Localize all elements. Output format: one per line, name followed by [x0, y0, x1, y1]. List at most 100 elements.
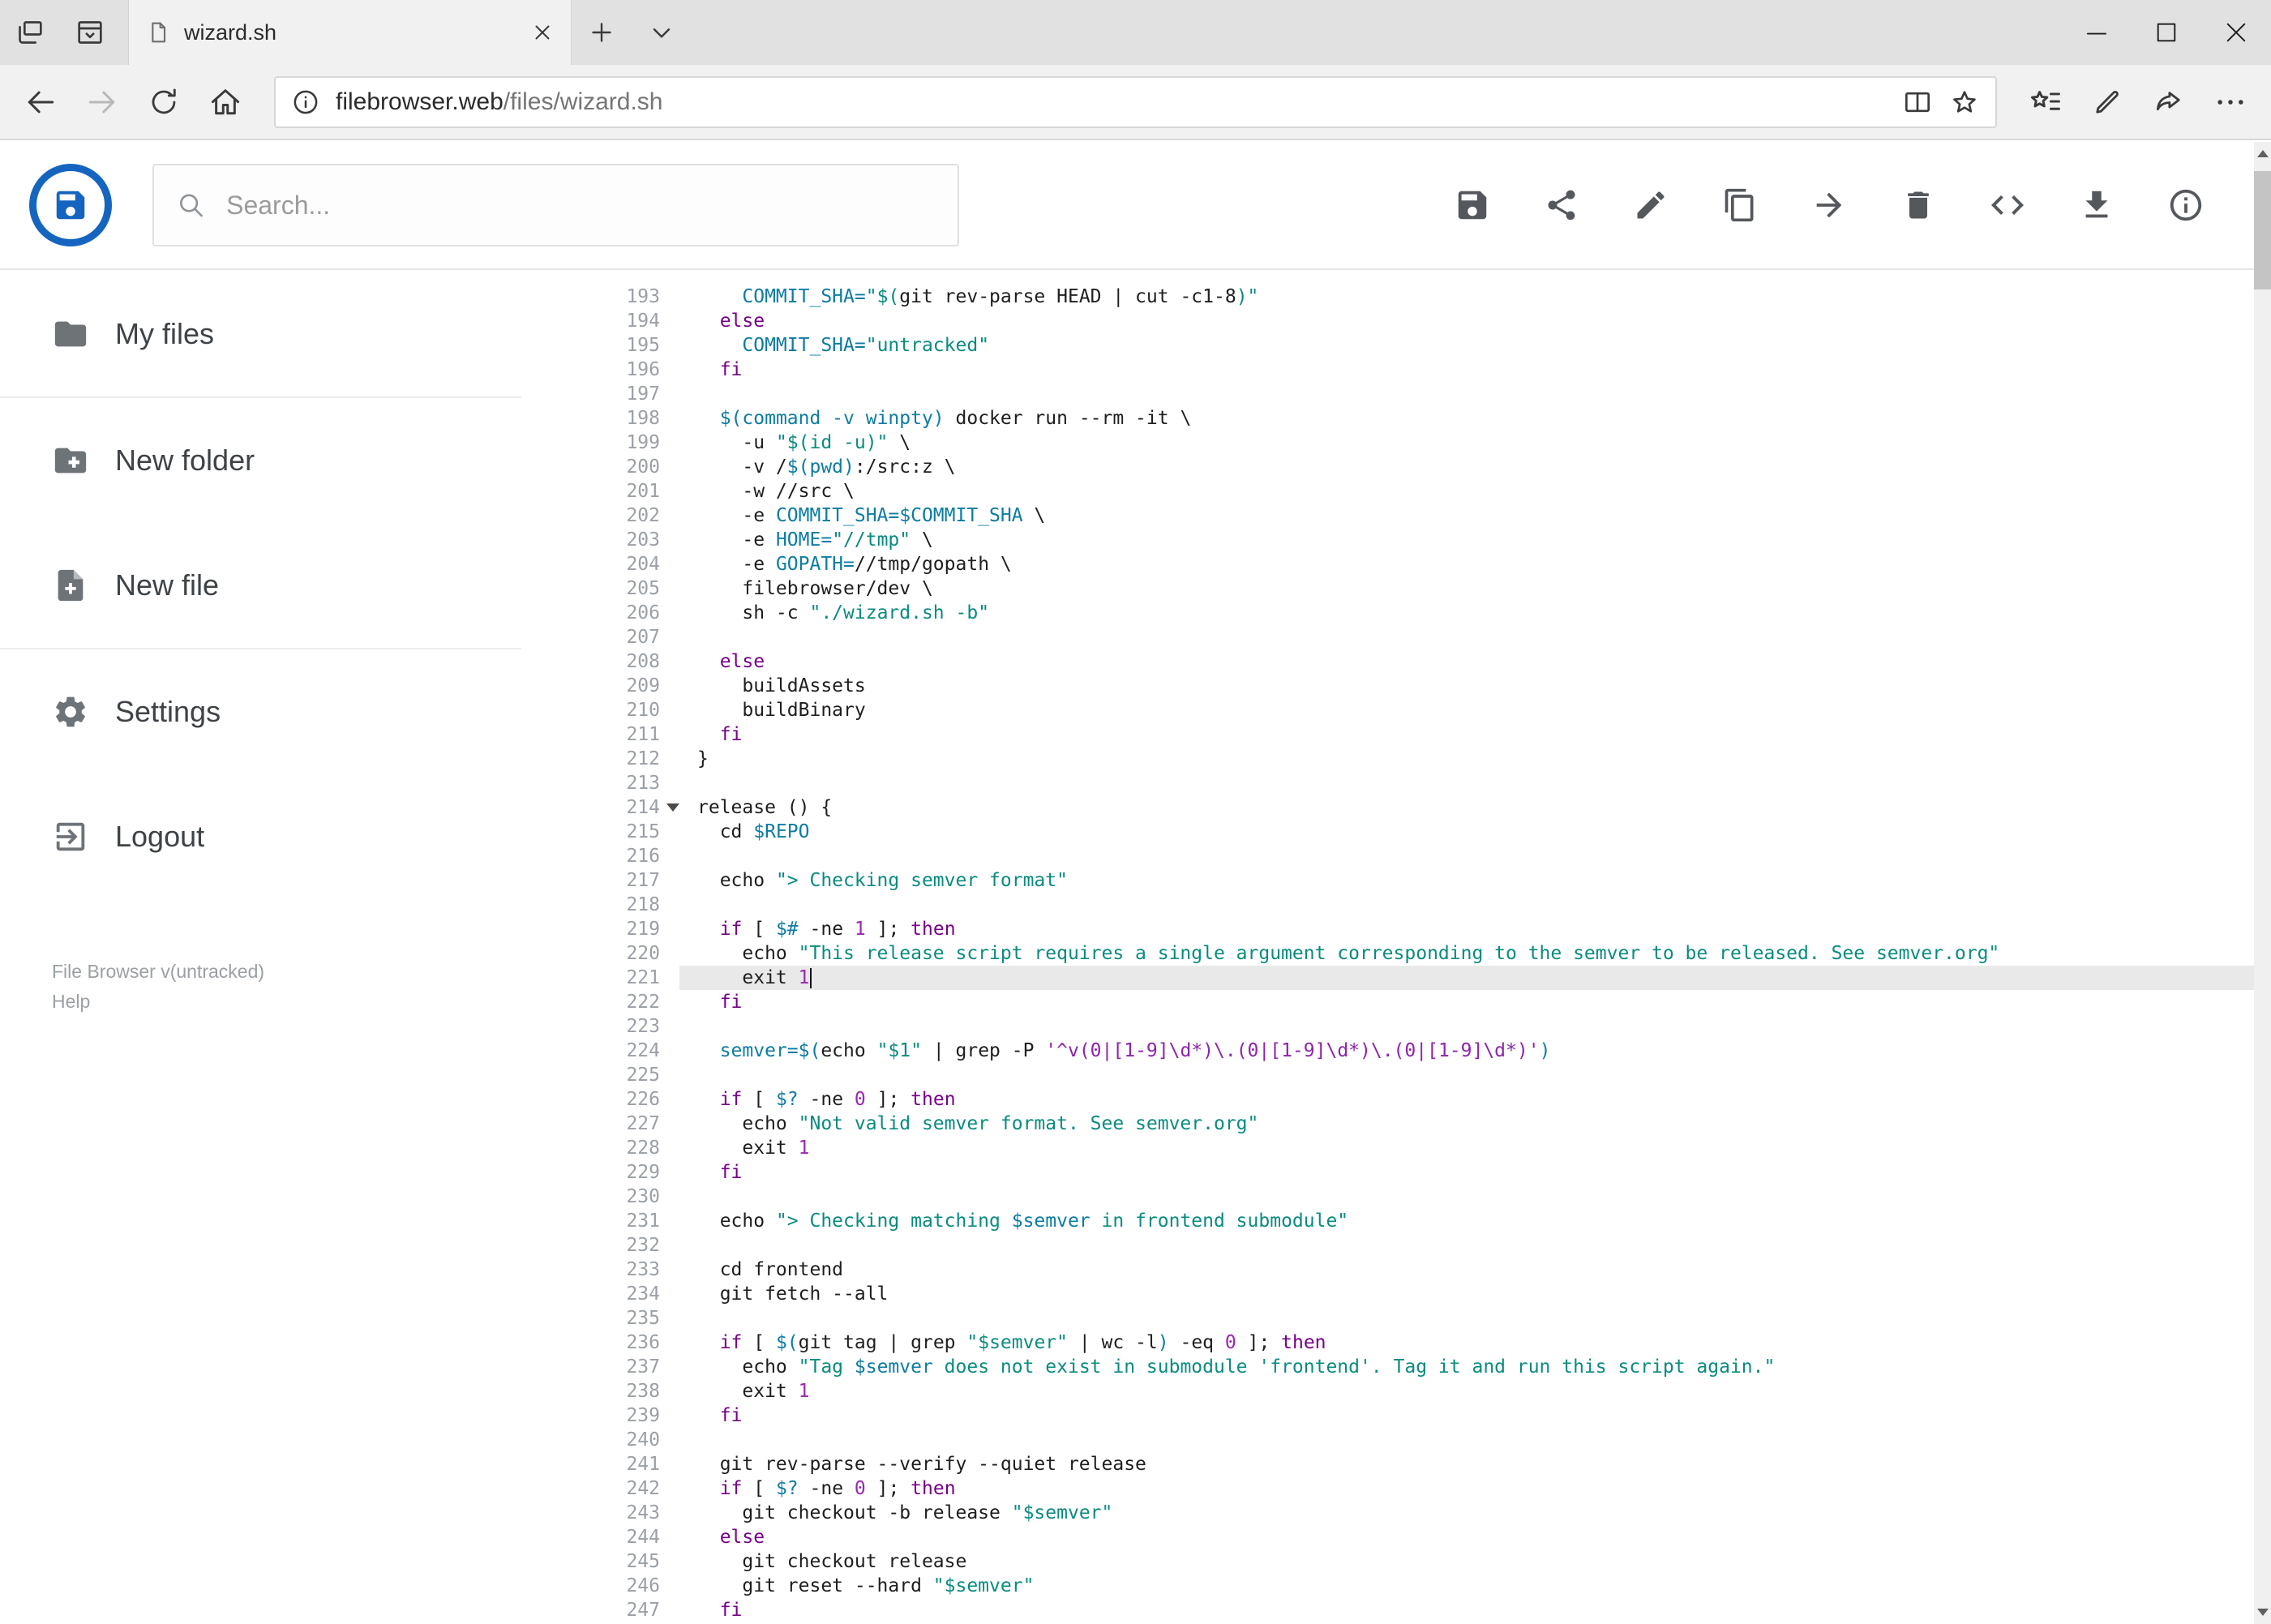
code-line[interactable]: 234 git fetch --all — [521, 1282, 2254, 1306]
copy-button[interactable] — [1720, 186, 1759, 225]
sidebar-item-my-files[interactable]: My files — [0, 272, 521, 398]
code-line[interactable]: 225 — [521, 1063, 2254, 1087]
code-line[interactable]: 203 -e HOME="//tmp" \ — [521, 528, 2254, 552]
code-line[interactable]: 206 sh -c "./wizard.sh -b" — [521, 601, 2254, 625]
code-text[interactable]: fi — [679, 1598, 2254, 1622]
code-text[interactable] — [679, 1185, 2254, 1209]
code-text[interactable]: -e COMMIT_SHA=$COMMIT_SHA \ — [679, 503, 2254, 528]
code-text[interactable]: sh -c "./wizard.sh -b" — [679, 601, 2254, 625]
code-line[interactable]: 217 echo "> Checking semver format" — [521, 868, 2254, 893]
tab-close-icon[interactable] — [530, 20, 555, 45]
code-text[interactable]: echo "Tag $semver does not exist in subm… — [679, 1355, 2254, 1379]
scrollbar-up-arrow[interactable] — [2256, 150, 2269, 157]
more-options-button[interactable] — [2200, 65, 2261, 139]
code-line[interactable]: 243 git checkout -b release "$semver" — [521, 1501, 2254, 1525]
code-line[interactable]: 232 — [521, 1233, 2254, 1258]
close-button[interactable] — [2201, 0, 2271, 65]
sidebar-item-logout[interactable]: Logout — [0, 774, 521, 899]
code-text[interactable]: COMMIT_SHA="$(git rev-parse HEAD | cut -… — [679, 285, 2254, 309]
code-text[interactable]: else — [679, 309, 2254, 333]
code-text[interactable]: } — [679, 747, 2254, 771]
code-line[interactable]: 244 else — [521, 1525, 2254, 1549]
code-text[interactable] — [679, 771, 2254, 795]
code-line[interactable]: 215 cd $REPO — [521, 820, 2254, 844]
code-text[interactable]: echo "Not valid semver format. See semve… — [679, 1112, 2254, 1136]
code-text[interactable] — [679, 1014, 2254, 1039]
code-line[interactable]: 228 exit 1 — [521, 1136, 2254, 1160]
code-line[interactable]: 223 — [521, 1014, 2254, 1039]
code-text[interactable]: git checkout -b release "$semver" — [679, 1501, 2254, 1525]
raw-view-button[interactable] — [1988, 186, 2027, 225]
address-bar[interactable]: filebrowser.web/files/wizard.sh — [274, 75, 1997, 128]
code-line[interactable]: 198 $(command -v winpty) docker run --rm… — [521, 406, 2254, 431]
code-line[interactable]: 241 git rev-parse --verify --quiet relea… — [521, 1452, 2254, 1476]
code-text[interactable]: fi — [679, 990, 2254, 1014]
code-line[interactable]: 240 — [521, 1428, 2254, 1452]
code-line[interactable]: 207 — [521, 625, 2254, 649]
code-line[interactable]: 216 — [521, 844, 2254, 868]
code-text[interactable]: buildAssets — [679, 674, 2254, 698]
code-text[interactable] — [679, 1306, 2254, 1330]
scrollbar[interactable] — [2254, 142, 2271, 1624]
code-line[interactable]: 238 exit 1 — [521, 1379, 2254, 1403]
code-text[interactable]: else — [679, 1525, 2254, 1549]
code-line[interactable]: 211 fi — [521, 722, 2254, 747]
code-text[interactable]: buildBinary — [679, 698, 2254, 722]
maximize-button[interactable] — [2132, 0, 2201, 65]
back-button[interactable] — [10, 65, 71, 139]
code-line[interactable]: 224 semver=$(echo "$1" | grep -P '^v(0|[… — [521, 1039, 2254, 1063]
code-line[interactable]: 201 -w //src \ — [521, 479, 2254, 503]
code-text[interactable]: echo "> Checking matching $semver in fro… — [679, 1209, 2254, 1233]
code-text[interactable]: $(command -v winpty) docker run --rm -it… — [679, 406, 2254, 431]
code-line[interactable]: 199 -u "$(id -u)" \ — [521, 431, 2254, 455]
code-line[interactable]: 237 echo "Tag $semver does not exist in … — [521, 1355, 2254, 1379]
scrollbar-down-arrow[interactable] — [2256, 1609, 2269, 1616]
code-line[interactable]: 236 if [ $(git tag | grep "$semver" | wc… — [521, 1330, 2254, 1355]
code-text[interactable]: echo "> Checking semver format" — [679, 868, 2254, 893]
code-text[interactable]: exit 1 — [679, 1379, 2254, 1403]
code-text[interactable]: echo "This release script requires a sin… — [679, 941, 2254, 966]
code-line[interactable]: 194 else — [521, 309, 2254, 333]
code-text[interactable]: -v /$(pwd):/src:z \ — [679, 455, 2254, 479]
code-line[interactable]: 226 if [ $? -ne 0 ]; then — [521, 1087, 2254, 1112]
code-line[interactable]: 212} — [521, 747, 2254, 771]
code-line[interactable]: 219 if [ $# -ne 1 ]; then — [521, 917, 2254, 941]
url-text[interactable]: filebrowser.web/files/wizard.sh — [336, 88, 1887, 116]
code-line[interactable]: 222 fi — [521, 990, 2254, 1014]
code-line[interactable]: 221 exit 1 — [521, 966, 2254, 990]
code-text[interactable] — [679, 1233, 2254, 1258]
share-page-button[interactable] — [2138, 65, 2200, 139]
code-text[interactable]: cd frontend — [679, 1258, 2254, 1282]
code-line[interactable]: 230 — [521, 1185, 2254, 1209]
code-text[interactable]: -e GOPATH=//tmp/gopath \ — [679, 552, 2254, 576]
code-editor[interactable]: 193 COMMIT_SHA="$(git rev-parse HEAD | c… — [521, 272, 2254, 1624]
code-line[interactable]: 195 COMMIT_SHA="untracked" — [521, 333, 2254, 358]
code-text[interactable]: exit 1 — [679, 966, 2254, 990]
code-text[interactable]: else — [679, 649, 2254, 674]
new-tab-button[interactable] — [572, 0, 632, 65]
refresh-button[interactable] — [133, 65, 195, 139]
code-text[interactable]: fi — [679, 1160, 2254, 1185]
code-line[interactable]: 197 — [521, 382, 2254, 406]
search-input[interactable] — [225, 189, 936, 221]
code-line[interactable]: 220 echo "This release script requires a… — [521, 941, 2254, 966]
reading-view-icon[interactable] — [1901, 86, 1934, 118]
code-text[interactable]: git checkout release — [679, 1549, 2254, 1574]
code-line[interactable]: 235 — [521, 1306, 2254, 1330]
code-line[interactable]: 214 release () { — [521, 795, 2254, 820]
code-text[interactable]: release () { — [679, 795, 2254, 820]
code-line[interactable]: 245 git checkout release — [521, 1549, 2254, 1574]
code-line[interactable]: 239 fi — [521, 1403, 2254, 1428]
web-note-button[interactable] — [2076, 65, 2138, 139]
download-button[interactable] — [2077, 186, 2116, 225]
share-button[interactable] — [1542, 186, 1581, 225]
scrollbar-thumb[interactable] — [2254, 171, 2271, 289]
set-tabs-aside-button[interactable] — [0, 0, 60, 65]
help-link[interactable]: Help — [52, 987, 264, 1017]
sidebar-item-new-folder[interactable]: New folder — [0, 398, 521, 523]
code-line[interactable]: 213 — [521, 771, 2254, 795]
code-text[interactable]: fi — [679, 1403, 2254, 1428]
home-button[interactable] — [195, 65, 256, 139]
code-line[interactable]: 200 -v /$(pwd):/src:z \ — [521, 455, 2254, 479]
code-line[interactable]: 208 else — [521, 649, 2254, 674]
